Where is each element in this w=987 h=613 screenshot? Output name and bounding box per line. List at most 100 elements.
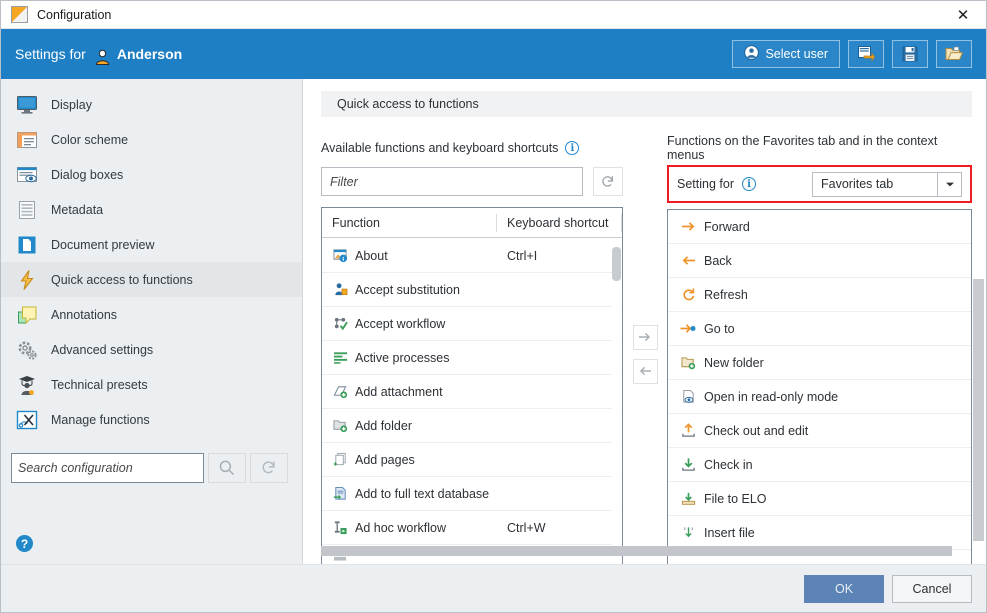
add-to-favorites-button[interactable] <box>632 324 658 350</box>
close-icon[interactable]: ✕ <box>940 1 986 28</box>
arrow-forward-icon <box>680 219 696 235</box>
search-button[interactable] <box>208 453 246 483</box>
table-row[interactable]: Active processes <box>322 341 622 375</box>
sidebar-item-quick-access-to-functions[interactable]: Quick access to functions <box>1 262 302 297</box>
available-functions-heading: Available functions and keyboard shortcu… <box>321 139 623 157</box>
scrollbar-thumb[interactable] <box>973 279 984 541</box>
info-icon[interactable]: i <box>741 177 756 191</box>
gears-icon <box>15 338 39 362</box>
chevron-down-icon[interactable] <box>937 171 962 197</box>
list-item[interactable]: Check out and edit <box>668 414 971 448</box>
table-row[interactable]: Accept workflow <box>322 307 622 341</box>
filter-reset-button[interactable] <box>593 167 623 196</box>
favorites-rows: Forward Back Refresh Go to New folder Op… <box>668 210 971 568</box>
table-row[interactable]: Add folder <box>322 409 622 443</box>
sidebar-nav: Display Color scheme Dialog boxes Metada… <box>1 79 302 437</box>
function-label: About <box>355 248 388 263</box>
table-row[interactable]: Add attachment <box>322 375 622 409</box>
scrollbar-thumb[interactable] <box>321 546 953 556</box>
page-title: Quick access to functions <box>321 91 972 117</box>
list-item[interactable]: Open in read-only mode <box>668 380 971 414</box>
workflow-check-icon <box>332 316 348 332</box>
sidebar-item-label: Dialog boxes <box>51 167 124 182</box>
function-label: Add to full text database <box>355 486 490 501</box>
help-icon[interactable]: ? <box>16 535 33 552</box>
substitution-icon <box>332 282 348 298</box>
sidebar-item-technical-presets[interactable]: Technical presets <box>1 367 302 402</box>
ok-button[interactable]: OK <box>804 574 884 603</box>
function-label: Add attachment <box>355 384 443 399</box>
graduate-icon <box>15 373 39 397</box>
horizontal-scrollbar[interactable] <box>321 546 972 556</box>
list-item-label: New folder <box>704 355 764 370</box>
table-row[interactable]: Add pages <box>322 443 622 477</box>
transfer-settings-button[interactable] <box>848 40 884 68</box>
list-item-label: File to ELO <box>704 491 767 506</box>
list-item[interactable]: File to ELO <box>668 482 971 516</box>
sidebar-item-color-scheme[interactable]: Color scheme <box>1 122 302 157</box>
functions-columns: Available functions and keyboard shortcu… <box>321 134 972 569</box>
table-row[interactable]: Accept substitution <box>322 273 622 307</box>
check-in-icon <box>680 457 696 473</box>
info-icon[interactable]: i <box>565 141 580 155</box>
metadata-icon <box>15 198 39 222</box>
list-item[interactable]: Go to <box>668 312 971 346</box>
filter-input[interactable] <box>321 167 583 196</box>
function-label: Add pages <box>355 452 415 467</box>
function-label: Add folder <box>355 418 412 433</box>
favorites-scrollbar[interactable] <box>973 279 984 541</box>
document-icon <box>15 233 39 257</box>
save-settings-button[interactable] <box>892 40 928 68</box>
search-reset-button[interactable] <box>250 453 288 483</box>
sidebar-item-metadata[interactable]: Metadata <box>1 192 302 227</box>
sidebar-item-manage-functions[interactable]: Manage functions <box>1 402 302 437</box>
sidebar-item-advanced-settings[interactable]: Advanced settings <box>1 332 302 367</box>
table-row[interactable]: Ad hoc workflow Ctrl+W <box>322 511 622 545</box>
list-item[interactable]: New folder <box>668 346 971 380</box>
available-functions-table: Function Keyboard shortcut About Ctrl+I … <box>321 207 623 569</box>
load-settings-button[interactable] <box>936 40 972 68</box>
list-item-label: Back <box>704 253 732 268</box>
window-title: Configuration <box>37 7 112 22</box>
title-bar: Configuration ✕ <box>1 1 986 29</box>
column-header-function[interactable]: Function <box>322 213 497 232</box>
scrollbar-thumb[interactable] <box>612 247 621 281</box>
list-item[interactable]: Forward <box>668 210 971 244</box>
go-to-icon <box>680 321 696 337</box>
cancel-button[interactable]: Cancel <box>892 574 972 603</box>
search-configuration-row <box>11 453 288 483</box>
search-configuration-input[interactable] <box>11 453 204 483</box>
sidebar-item-document-preview[interactable]: Document preview <box>1 227 302 262</box>
read-only-icon <box>680 389 696 405</box>
transfer-buttons <box>623 139 667 569</box>
arrow-left-icon <box>639 366 651 376</box>
user-icon <box>94 49 111 66</box>
table-row[interactable]: About Ctrl+I <box>322 239 622 273</box>
sidebar-item-display[interactable]: Display <box>1 87 302 122</box>
list-item[interactable]: Refresh <box>668 278 971 312</box>
shortcut-label: Ctrl+I <box>507 248 538 263</box>
available-functions-scrollbar[interactable] <box>612 239 621 567</box>
fulltext-add-icon <box>332 486 348 502</box>
insert-file-icon <box>680 525 696 541</box>
setting-for-select[interactable]: Favorites tab <box>812 171 962 197</box>
sidebar-item-dialog-boxes[interactable]: Dialog boxes <box>1 157 302 192</box>
dialog-footer: OK Cancel <box>1 564 986 612</box>
sidebar-item-annotations[interactable]: Annotations <box>1 297 302 332</box>
list-item-label: Check out and edit <box>704 423 809 438</box>
list-item[interactable]: Insert file <box>668 516 971 550</box>
list-item[interactable]: Back <box>668 244 971 278</box>
remove-from-favorites-button[interactable] <box>632 358 658 384</box>
list-item-label: Forward <box>704 219 750 234</box>
column-header-keyboard-shortcut[interactable]: Keyboard shortcut <box>497 213 622 232</box>
sidebar-item-label: Technical presets <box>51 377 148 392</box>
list-item[interactable]: Check in <box>668 448 971 482</box>
list-item-label: Check in <box>704 457 753 472</box>
table-row[interactable]: Add to full text database <box>322 477 622 511</box>
list-item-label: Refresh <box>704 287 748 302</box>
folder-open-icon <box>945 46 963 60</box>
select-user-button[interactable]: Select user <box>732 40 840 68</box>
setting-for-value: Favorites tab <box>812 171 937 197</box>
color-scheme-icon <box>15 128 39 152</box>
sidebar-item-label: Color scheme <box>51 132 129 147</box>
